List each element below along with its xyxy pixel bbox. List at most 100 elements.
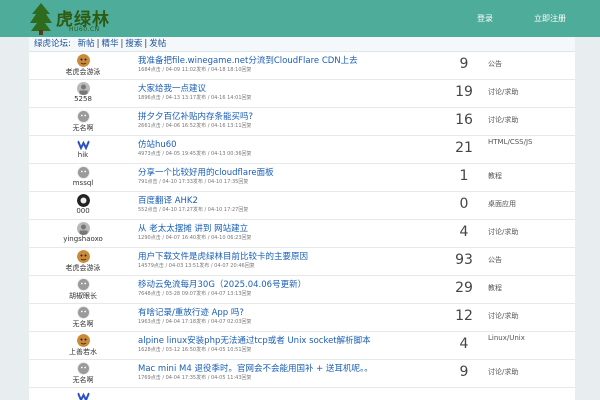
user-avatar-icon[interactable] (77, 110, 90, 123)
topic-row[interactable]: 上善若水 alpine linux安装php无法通过tcp或者 Unix sock… (29, 332, 575, 360)
topic-meta: 1963点击 / 04-04 17:18发布 / 04-07 02:03回复 (138, 319, 252, 325)
reply-count: 16 (455, 112, 473, 128)
username[interactable]: 无名啊 (33, 319, 133, 329)
topic-row[interactable]: hik 仿站hu60 4973点击 / 04-05 19:45发布 / 04-13 … (29, 136, 575, 164)
essence-link[interactable]: 精华 (101, 39, 118, 49)
topic-category[interactable]: 教程 (488, 172, 536, 180)
topic-category[interactable]: 桌面应用 (488, 200, 536, 208)
topic-row[interactable]: mssql 分享一个比较好用的cloudflare面板 791点击 / 04-10 … (29, 164, 575, 192)
topic-meta: 2661点击 / 04-06 16:52发布 / 04-16 13:11回复 (138, 123, 252, 129)
topic-category[interactable]: Linux/Unix (488, 334, 536, 342)
forum-name: 绿虎论坛: (34, 39, 71, 49)
new-posts-link[interactable]: 新帖 (78, 39, 95, 49)
topic-category[interactable]: 讨论/求助 (488, 116, 536, 124)
user-avatar-icon[interactable] (77, 278, 90, 291)
username[interactable]: mssql (33, 179, 133, 187)
tree-logo-icon (30, 3, 52, 35)
topic-row[interactable]: yingshaoxo 从 老太太摆摊 讲到 网站建立 1290点击 / 04-07 … (29, 220, 575, 248)
reply-count: 0 (459, 196, 469, 212)
user-avatar-icon[interactable] (77, 334, 90, 347)
username[interactable]: 老虎会游泳 (33, 263, 133, 273)
topic-title-link[interactable]: 分享一个比较好用的cloudflare面板 (138, 166, 274, 178)
topic-title-link[interactable]: Mac mini M4 退役季时。官网会不会能用国补 + 送耳机呢。。 (138, 362, 373, 374)
topic-row[interactable]: 老虎会游泳 我准备把file.winegame.net分流到CloudFlare … (29, 52, 575, 80)
separator: | (96, 39, 100, 49)
topic-category[interactable]: 公告 (488, 60, 536, 68)
username[interactable]: 5258 (33, 95, 133, 103)
topic-title-link[interactable]: 用户下载文件是虎绿林目前比较卡的主要原因 (138, 250, 308, 262)
username[interactable]: 胡椒眼长 (33, 291, 133, 301)
topic-title-link[interactable]: 百度翻译 AHK2 (138, 194, 198, 206)
topic-category[interactable]: 讨论/求助 (488, 312, 536, 320)
user-avatar-icon[interactable] (77, 54, 90, 67)
topic-meta: 1769点击 / 04-04 17:35发布 / 04-05 11:43回复 (138, 375, 252, 381)
user-avatar-icon[interactable] (77, 194, 90, 207)
user-avatar-icon[interactable] (77, 166, 90, 179)
topic-meta: 1684点击 / 04-09 11:02发布 / 04-18 18:10回复 (138, 67, 252, 73)
reply-count: 4 (459, 224, 469, 240)
topic-meta: 552点击 / 04-10 17:27发布 / 04-10 17:27回复 (138, 207, 249, 213)
page-margin (575, 37, 600, 400)
topic-category[interactable]: 教程 (488, 284, 536, 292)
user-avatar-icon[interactable] (77, 390, 90, 400)
reply-count: 19 (455, 84, 473, 100)
reply-count: 4 (459, 336, 469, 352)
topic-row[interactable]: 胡椒眼长 移动云免流每月30G（2025.04.06号更新） 7648点击 / 03… (29, 276, 575, 304)
topic-category[interactable]: 讨论/求助 (488, 228, 536, 236)
reply-count: 12 (455, 308, 473, 324)
register-link[interactable]: 立即注册 (534, 13, 566, 24)
topic-category[interactable]: 讨论/求助 (488, 88, 536, 96)
topic-title-link[interactable]: 有啥记录/重放行迹 App 吗? (138, 306, 244, 318)
topic-title-link[interactable]: 大家给我一点建议 (138, 82, 206, 94)
username[interactable]: 无名啊 (33, 123, 133, 133)
login-link[interactable]: 登录 (477, 13, 493, 24)
topic-title-link[interactable]: 从 老太太摆摊 讲到 网站建立 (138, 222, 248, 234)
site-header: 虎绿林 HU60.CN 登录 立即注册 (0, 0, 600, 37)
topic-list: 老虎会游泳 我准备把file.winegame.net分流到CloudFlare … (29, 52, 575, 400)
user-avatar-icon[interactable] (77, 82, 90, 95)
topic-title-link[interactable]: 移动云免流每月30G（2025.04.06号更新） (138, 278, 306, 290)
reply-count: 93 (455, 252, 473, 268)
topic-meta: 7648点击 / 03-28 09:07发布 / 04-07 13:13回复 (138, 291, 252, 297)
topic-meta: 1628点击 / 03-12 16:50发布 / 04-05 10:51回复 (138, 347, 252, 353)
user-avatar-icon[interactable] (77, 306, 90, 319)
separator: | (144, 39, 148, 49)
topic-meta: 1290点击 / 04-07 16:40发布 / 04-10 06:23回复 (138, 235, 252, 241)
topic-row[interactable]: 无名啊 有啥记录/重放行迹 App 吗? 1963点击 / 04-04 17:18发… (29, 304, 575, 332)
topic-meta: 791点击 / 04-10 17:33发布 / 04-10 17:35回复 (138, 179, 249, 185)
topic-row[interactable]: 000 百度翻译 AHK2 552点击 / 04-10 17:27发布 / 04-1… (29, 192, 575, 220)
topic-title-link[interactable]: 拼夕夕百亿补贴内存条能买吗? (138, 110, 253, 122)
username[interactable]: 上善若水 (33, 347, 133, 357)
username[interactable]: hik (33, 151, 133, 159)
topic-panel: 绿虎论坛: 新帖 | 精华 | 搜索 | 发帖 老虎会游泳 我准备把file.winegame… (29, 37, 575, 400)
topic-category[interactable]: 公告 (488, 256, 536, 264)
topic-row[interactable]: 无名啊 Mac mini M4 退役季时。官网会不会能用国补 + 送耳机呢。。 17… (29, 360, 575, 388)
new-post-link[interactable]: 发帖 (149, 39, 166, 49)
username[interactable]: yingshaoxo (33, 235, 133, 243)
topic-row[interactable]: 无名啊 拼夕夕百亿补贴内存条能买吗? 2661点击 / 04-06 16:52发布 … (29, 108, 575, 136)
username[interactable]: 000 (33, 207, 133, 215)
topic-row[interactable]: 老虎会游泳 用户下载文件是虎绿林目前比较卡的主要原因 14579点击 / 04-03… (29, 248, 575, 276)
username[interactable]: 无名啊 (33, 375, 133, 385)
reply-count: 21 (455, 140, 473, 156)
topic-title-link[interactable]: 仿站hu60 (138, 138, 177, 150)
username[interactable]: 老虎会游泳 (33, 67, 133, 77)
topic-row[interactable] (29, 388, 575, 400)
reply-count: 29 (455, 280, 473, 296)
search-link[interactable]: 搜索 (125, 39, 142, 49)
topic-title-link[interactable]: alpine linux安装php无法通过tcp或者 Unix socket解析… (138, 334, 371, 346)
user-avatar-icon[interactable] (77, 250, 90, 263)
logo-subtext: HU60.CN (69, 26, 100, 33)
topic-category[interactable]: HTML/CSS/JS (488, 138, 536, 146)
reply-count: 9 (459, 364, 469, 380)
user-avatar-icon[interactable] (77, 362, 90, 375)
reply-count: 1 (459, 168, 469, 184)
user-avatar-icon[interactable] (77, 222, 90, 235)
topic-meta: 4973点击 / 04-05 19:45发布 / 04-13 00:36回复 (138, 151, 252, 157)
topic-row[interactable]: 5258 大家给我一点建议 1896点击 / 04-13 13:17发布 / 04-… (29, 80, 575, 108)
topic-category[interactable]: 讨论/求助 (488, 368, 536, 376)
topic-title-link[interactable]: 我准备把file.winegame.net分流到CloudFlare CDN上去 (138, 54, 358, 66)
user-avatar-icon[interactable] (77, 138, 90, 151)
topic-meta: 14579点击 / 04-03 13:51发布 / 04-07 20:46回复 (138, 263, 255, 269)
site-logo[interactable]: 虎绿林 HU60.CN (29, 2, 111, 35)
